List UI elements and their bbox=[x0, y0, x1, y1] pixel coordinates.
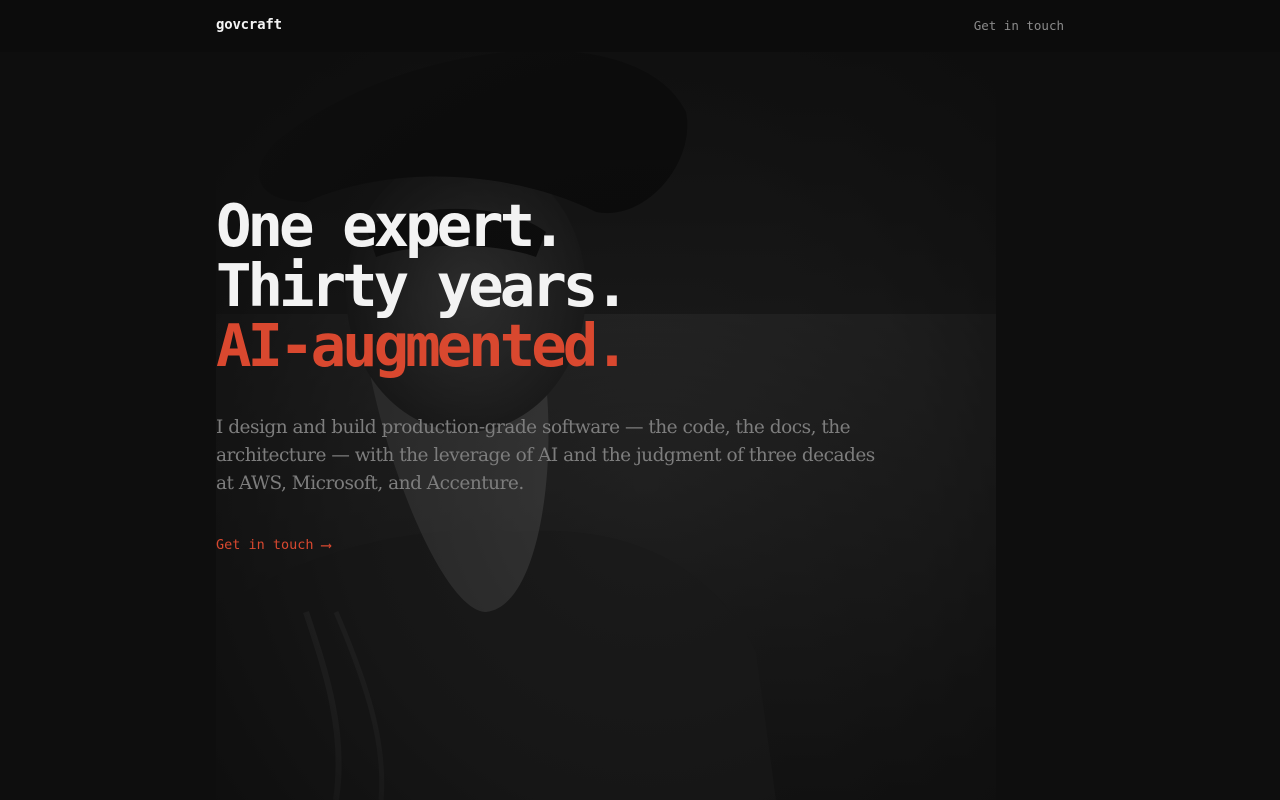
hero-description: I design and build production-grade soft… bbox=[216, 417, 875, 494]
site-header: govcraft Get in touch bbox=[0, 0, 1280, 52]
headline-line-2: Thirty years. bbox=[216, 251, 630, 320]
hero-cta-label: Get in touch bbox=[216, 537, 314, 553]
brand-logo[interactable]: govcraft bbox=[216, 17, 282, 33]
headline-line-3-accent: AI-augmented. bbox=[216, 311, 630, 380]
hero-section: One expert. Thirty years. AI-augmented. … bbox=[216, 196, 936, 555]
hero-headline: One expert. Thirty years. AI-augmented. bbox=[216, 196, 936, 376]
header-get-in-touch-link[interactable]: Get in touch bbox=[974, 18, 1064, 33]
headline-line-1: One expert. bbox=[216, 191, 567, 260]
arrow-right-icon: ⟶ bbox=[321, 536, 331, 554]
hero-get-in-touch-link[interactable]: Get in touch ⟶ bbox=[216, 536, 331, 554]
